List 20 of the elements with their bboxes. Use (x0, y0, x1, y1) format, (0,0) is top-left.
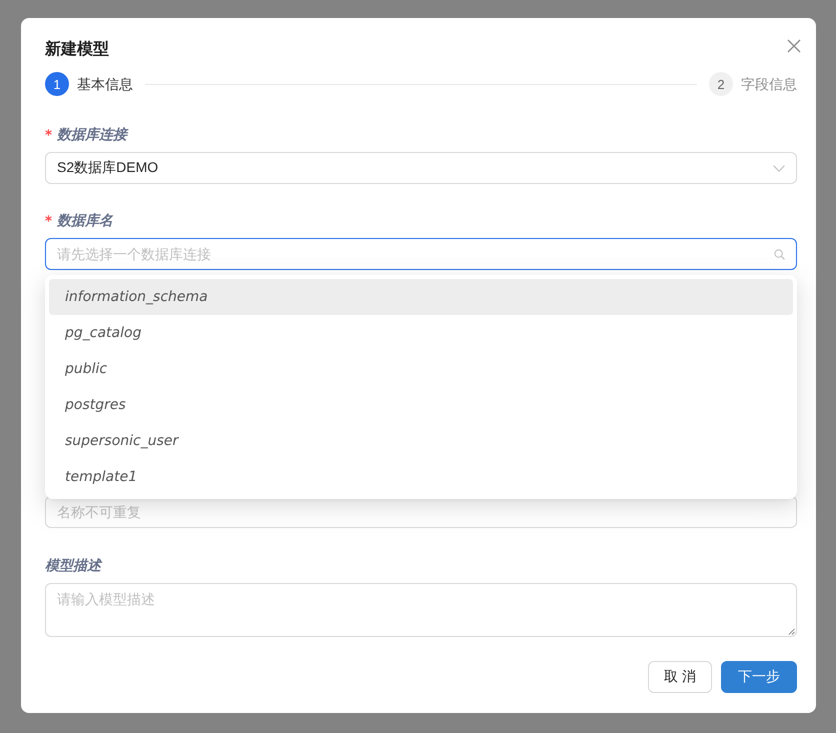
description-field[interactable]: 请输入模型描述 (45, 583, 797, 637)
cancel-button[interactable]: 取 消 (648, 661, 712, 693)
field-label: 数据库名 (57, 211, 113, 230)
close-icon (787, 39, 801, 53)
dropdown-option[interactable]: information_schema (49, 279, 793, 315)
chevron-down-icon (773, 164, 785, 172)
field-label: 模型描述 (45, 556, 101, 575)
search-field[interactable]: 请先选择一个数据库连接 (45, 238, 797, 270)
select-field[interactable]: S2数据库DEMO (45, 152, 797, 184)
next-step-button[interactable]: 下一步 (721, 661, 797, 693)
search-icon (774, 249, 785, 260)
step-number: 2 (709, 72, 733, 96)
step-label: 基本信息 (77, 75, 133, 94)
resize-grip-icon[interactable] (788, 628, 795, 635)
close-button[interactable] (786, 38, 802, 54)
field-label: 数据库连接 (57, 125, 127, 144)
step-label: 字段信息 (741, 75, 797, 94)
step-number: 1 (45, 72, 69, 96)
dialog-title: 新建模型 (45, 39, 109, 60)
name-input-field[interactable]: 名称不可重复 (45, 496, 797, 528)
